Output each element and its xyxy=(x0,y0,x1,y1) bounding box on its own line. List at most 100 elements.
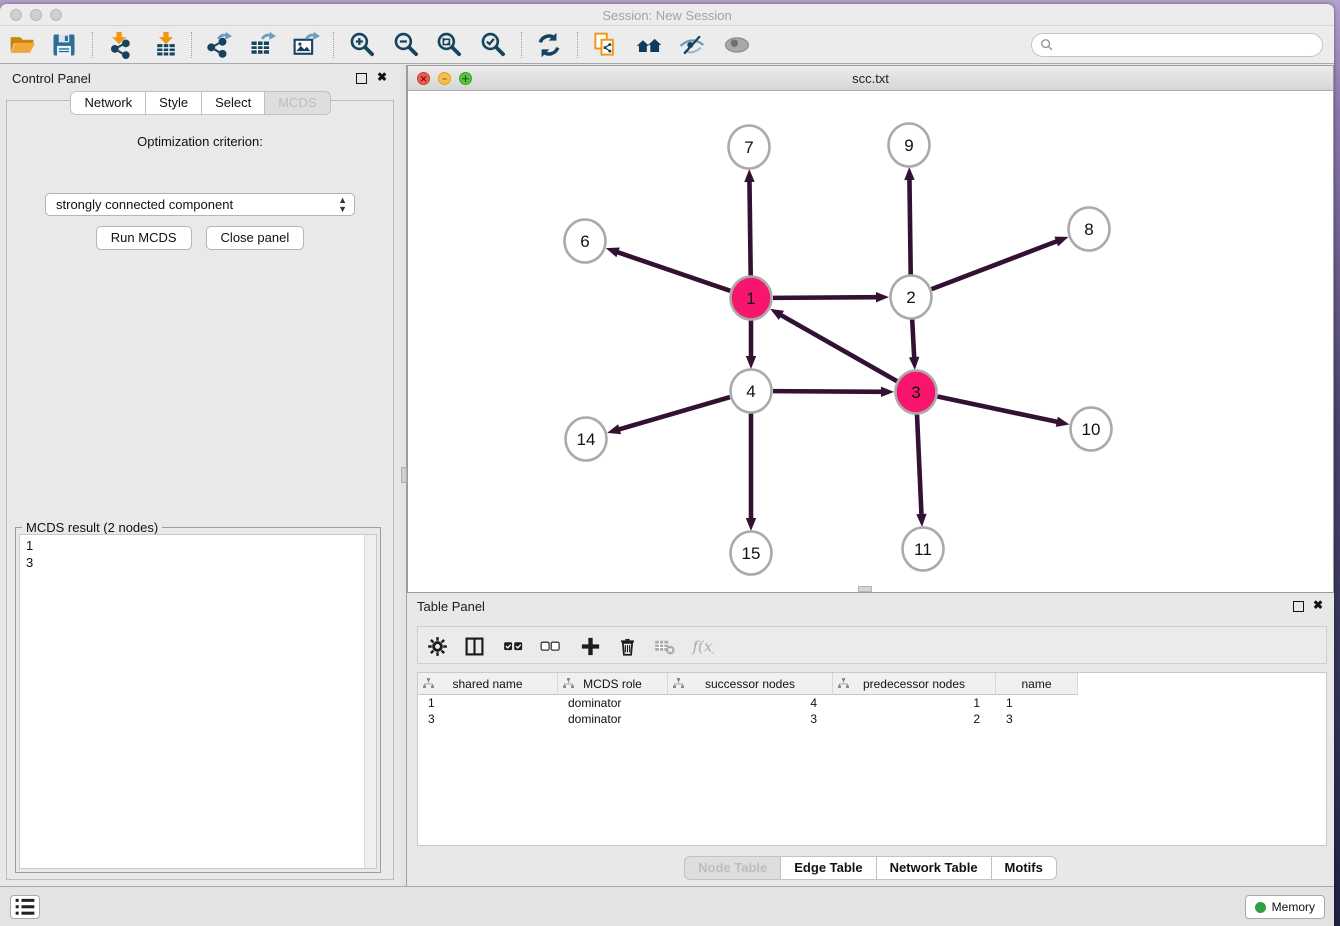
edge-2-8[interactable] xyxy=(932,241,1059,289)
select-checked-icon[interactable] xyxy=(499,633,527,659)
edge-arrowhead xyxy=(876,292,889,302)
graph-node-1[interactable]: 1 xyxy=(731,277,772,320)
result-scrollbar[interactable] xyxy=(364,535,376,868)
add-row-icon[interactable] xyxy=(576,633,604,659)
graph-node-11[interactable]: 11 xyxy=(903,528,944,571)
graph-node-3[interactable]: 3 xyxy=(896,371,937,414)
export-table-icon[interactable] xyxy=(245,29,279,61)
edge-1-6[interactable] xyxy=(616,252,730,291)
table-cell[interactable]: 3 xyxy=(418,711,558,727)
tab-network-table[interactable]: Network Table xyxy=(877,856,992,880)
gear-icon[interactable] xyxy=(423,633,451,659)
graph-node-10[interactable]: 10 xyxy=(1071,408,1112,451)
toolbar-separator xyxy=(521,32,522,58)
zoom-in-icon[interactable] xyxy=(345,29,379,61)
delete-table-icon xyxy=(650,633,678,659)
tab-motifs[interactable]: Motifs xyxy=(992,856,1057,880)
tab-select[interactable]: Select xyxy=(202,91,265,115)
column-header-name[interactable]: name xyxy=(996,673,1078,695)
search-field[interactable] xyxy=(1031,33,1323,57)
graph-node-9[interactable]: 9 xyxy=(889,124,930,167)
edge-4-14[interactable] xyxy=(618,397,730,430)
mcds-result-textarea[interactable]: 13 xyxy=(19,534,377,869)
edge-3-10[interactable] xyxy=(938,397,1059,423)
main-toolbar xyxy=(0,26,1334,64)
search-input[interactable] xyxy=(1058,38,1322,53)
memory-button[interactable]: Memory xyxy=(1245,895,1325,919)
edge-2-3[interactable] xyxy=(912,319,914,359)
table-cell[interactable]: 1 xyxy=(833,695,996,711)
zoom-out-icon[interactable] xyxy=(389,29,423,61)
export-image-icon[interactable] xyxy=(289,29,323,61)
network-view-title: scc.txt xyxy=(408,71,1333,86)
table-cell[interactable]: 1 xyxy=(996,695,1078,711)
graph-node-2[interactable]: 2 xyxy=(891,276,932,319)
float-table-panel-icon[interactable] xyxy=(1293,601,1304,612)
column-header-successor-nodes[interactable]: successor nodes xyxy=(668,673,833,695)
save-session-icon[interactable] xyxy=(47,29,81,61)
import-table-icon[interactable] xyxy=(149,29,183,61)
graph-node-8[interactable]: 8 xyxy=(1069,208,1110,251)
column-header-predecessor-nodes[interactable]: predecessor nodes xyxy=(833,673,996,695)
title-bar: Session: New Session xyxy=(0,4,1334,26)
refresh-icon[interactable] xyxy=(532,29,566,61)
graph-node-15[interactable]: 15 xyxy=(731,532,772,575)
edge-3-11[interactable] xyxy=(917,414,922,516)
network-canvas[interactable]: 7 9 6 8 1 2 4 3 14 10 15 11 xyxy=(408,91,1333,592)
node-label: 6 xyxy=(580,232,589,251)
export-network-icon[interactable] xyxy=(201,29,235,61)
chevron-updown-icon: ▲▼ xyxy=(338,196,347,214)
import-network-icon[interactable] xyxy=(103,29,137,61)
window-title: Session: New Session xyxy=(0,8,1334,23)
edge-arrowhead xyxy=(746,356,756,369)
eye-icon[interactable] xyxy=(720,29,754,61)
tab-node-table[interactable]: Node Table xyxy=(684,856,781,880)
edge-1-2[interactable] xyxy=(773,297,878,298)
table-cell[interactable]: 3 xyxy=(996,711,1078,727)
table-cell[interactable]: 4 xyxy=(668,695,833,711)
tab-mcds[interactable]: MCDS xyxy=(265,91,330,115)
table-panel: Table Panel ✖ f(x) shared nameMCDS roles… xyxy=(407,593,1334,886)
table-cell[interactable]: 3 xyxy=(668,711,833,727)
close-panel-button[interactable]: Close panel xyxy=(206,226,305,250)
trash-icon[interactable] xyxy=(613,633,641,659)
column-header-MCDS-role[interactable]: MCDS role xyxy=(558,673,668,695)
zoom-fit-icon[interactable] xyxy=(432,29,466,61)
table-cell[interactable]: dominator xyxy=(558,695,668,711)
canvas-scrollbar-handle[interactable] xyxy=(858,586,872,592)
tab-network[interactable]: Network xyxy=(70,91,146,115)
float-panel-icon[interactable] xyxy=(356,73,367,84)
node-label: 11 xyxy=(914,540,932,559)
table-cell[interactable]: 1 xyxy=(418,695,558,711)
edge-2-9[interactable] xyxy=(909,178,910,275)
home-icon[interactable] xyxy=(632,29,666,61)
duplicate-view-icon[interactable] xyxy=(588,29,622,61)
table-row[interactable]: 1dominator411 xyxy=(418,695,1326,711)
tab-edge-table[interactable]: Edge Table xyxy=(781,856,876,880)
select-unchecked-icon[interactable] xyxy=(536,633,564,659)
node-table: shared nameMCDS rolesuccessor nodesprede… xyxy=(417,672,1327,846)
tab-style[interactable]: Style xyxy=(146,91,202,115)
run-mcds-button[interactable]: Run MCDS xyxy=(96,226,192,250)
edge-1-7[interactable] xyxy=(749,180,750,276)
graph-node-4[interactable]: 4 xyxy=(731,370,772,413)
graph-node-6[interactable]: 6 xyxy=(565,220,606,263)
hide-eye-icon[interactable] xyxy=(675,29,709,61)
graph-node-14[interactable]: 14 xyxy=(566,418,607,461)
open-session-icon[interactable] xyxy=(5,29,39,61)
toolbar-separator xyxy=(92,32,93,58)
edge-4-3[interactable] xyxy=(773,391,883,392)
optimization-dropdown[interactable]: strongly connected component ▲▼ xyxy=(45,193,355,216)
table-cell[interactable]: 2 xyxy=(833,711,996,727)
task-history-button[interactable] xyxy=(10,895,40,919)
column-split-icon[interactable] xyxy=(460,633,488,659)
mcds-panel: Optimization criterion: strongly connect… xyxy=(6,100,394,880)
zoom-selected-icon[interactable] xyxy=(476,29,510,61)
close-table-panel-icon[interactable]: ✖ xyxy=(1311,599,1325,613)
table-row[interactable]: 3dominator323 xyxy=(418,711,1326,727)
close-panel-icon[interactable]: ✖ xyxy=(375,71,389,85)
column-header-shared-name[interactable]: shared name xyxy=(418,673,558,695)
table-cell[interactable]: dominator xyxy=(558,711,668,727)
graph-node-7[interactable]: 7 xyxy=(729,126,770,169)
edge-3-1[interactable] xyxy=(780,314,897,381)
